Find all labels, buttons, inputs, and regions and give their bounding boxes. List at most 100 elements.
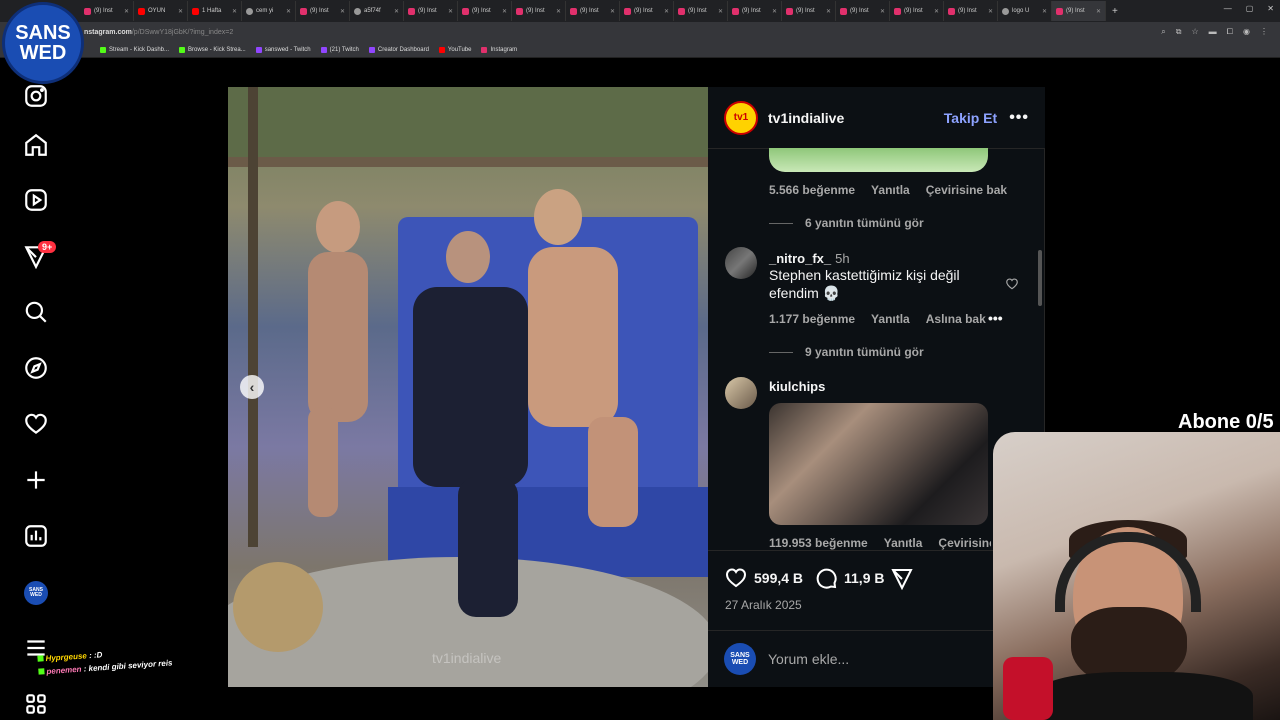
close-tab-icon[interactable]: ✕ [178,8,183,15]
close-tab-icon[interactable]: ✕ [934,8,939,15]
commenter-username[interactable]: kiulchips [769,379,825,394]
instagram-icon [678,7,685,15]
browser-tab[interactable]: (9) Inst ✕ [782,1,836,21]
like-comment-icon[interactable] [1005,277,1019,291]
browser-tab[interactable]: (9) Inst ✕ [296,1,350,21]
browser-tab[interactable]: a5f74f ✕ [350,1,404,21]
heart-icon[interactable] [20,408,52,440]
comment-image[interactable] [769,148,988,172]
create-icon[interactable] [20,464,52,496]
bookmark-item[interactable]: YouTube [438,46,471,53]
browser-tab[interactable]: (9) Inst ✕ [404,1,458,21]
bookmark-item[interactable]: Creator Dashboard [368,46,429,53]
more-options-icon[interactable]: ••• [1009,109,1029,127]
close-tab-icon[interactable]: ✕ [232,8,237,15]
author-username[interactable]: tv1indialive [768,110,844,126]
commenter-username[interactable]: _nitro_fx_ [769,251,831,266]
browser-tab[interactable]: logo U ✕ [998,1,1052,21]
comments-scrollbar[interactable] [1038,250,1042,306]
post-image[interactable] [228,87,708,687]
close-tab-icon[interactable]: ✕ [610,8,615,15]
commenter-avatar[interactable] [725,377,757,409]
address-bar[interactable]: nstagram.com/p/DSwwY18jGbK/?img_index=2 … [0,22,1280,42]
commenter-avatar[interactable] [725,247,757,279]
browser-tab[interactable]: (9) Inst ✕ [836,1,890,21]
new-tab-icon[interactable]: + [1106,6,1118,17]
browser-tab[interactable]: (9) Inst ✕ [944,1,998,21]
bookmark-item[interactable]: Instagram [481,46,517,53]
translate-button[interactable]: Aslına bak [926,312,986,326]
close-tab-icon[interactable]: ✕ [1096,8,1101,15]
search-icon[interactable] [20,296,52,328]
browser-tab[interactable]: (9) Inst ✕ [80,1,134,21]
close-tab-icon[interactable]: ✕ [556,8,561,15]
browser-tab[interactable]: (9) Inst ✕ [566,1,620,21]
extension-icon[interactable]: ▬ [1209,27,1217,37]
profile-avatar[interactable]: SANS WED [24,581,48,605]
menu-dots-icon[interactable]: ⋮ [1260,27,1268,37]
microphone [1003,657,1053,720]
reply-button[interactable]: Yanıtla [871,312,910,326]
close-tab-icon[interactable]: ✕ [286,8,291,15]
home-icon[interactable] [20,129,52,161]
dashboard-icon[interactable] [20,520,52,552]
view-replies-button[interactable]: 9 yanıtın tümünü gör [769,345,924,359]
url-text[interactable]: nstagram.com/p/DSwwY18jGbK/?img_index=2 [84,29,233,36]
comment-likes[interactable]: 119.953 beğenme [769,536,868,550]
bookmark-item[interactable]: Browse - Kick Strea... [179,46,246,53]
translate-button[interactable]: Çevirisine bak [938,536,991,550]
profile-icon[interactable]: ◉ [1243,27,1250,37]
view-replies-button[interactable]: 6 yanıtın tümünü gör [769,216,924,230]
browser-tab[interactable]: (9) Inst ✕ [1052,1,1106,21]
comment-input[interactable] [768,651,988,667]
comment-image[interactable] [769,403,988,525]
follow-button[interactable]: Takip Et [944,110,997,126]
close-tab-icon[interactable]: ✕ [448,8,453,15]
like-button[interactable]: 599,4 B [724,566,803,590]
close-tab-icon[interactable]: ✕ [124,8,129,15]
browser-tab[interactable]: (9) Inst ✕ [890,1,944,21]
browser-tab[interactable]: (9) Inst ✕ [458,1,512,21]
close-icon[interactable]: ✕ [1267,4,1274,13]
reply-button[interactable]: Yanıtla [871,183,910,197]
close-tab-icon[interactable]: ✕ [502,8,507,15]
comment-options-icon[interactable]: ••• [988,310,1003,326]
browser-tab[interactable]: (9) Inst ✕ [512,1,566,21]
close-tab-icon[interactable]: ✕ [664,8,669,15]
close-tab-icon[interactable]: ✕ [394,8,399,15]
browser-tab[interactable]: (9) Inst ✕ [620,1,674,21]
comment-likes[interactable]: 1.177 beğenme [769,312,855,326]
share-button[interactable] [890,566,914,590]
close-tab-icon[interactable]: ✕ [988,8,993,15]
reels-icon[interactable] [20,184,52,216]
close-tab-icon[interactable]: ✕ [1042,8,1047,15]
explore-icon[interactable] [20,352,52,384]
close-tab-icon[interactable]: ✕ [880,8,885,15]
comment-likes[interactable]: 5.566 beğenme [769,183,855,197]
browser-tab[interactable]: 1 Hafta ✕ [188,1,242,21]
reply-button[interactable]: Yanıtla [884,536,923,550]
install-icon[interactable]: ⧉ [1176,27,1182,37]
close-tab-icon[interactable]: ✕ [340,8,345,15]
maximize-icon[interactable]: ▢ [1246,4,1254,13]
previous-image-button[interactable]: ‹ [240,375,264,399]
search-icon[interactable]: ⌕ [1161,27,1165,37]
close-tab-icon[interactable]: ✕ [826,8,831,15]
author-avatar[interactable]: tv1 [724,100,758,135]
bookmark-item[interactable]: Stream - Kick Dashb... [100,46,169,53]
browser-tab[interactable]: (9) Inst ✕ [728,1,782,21]
apps-grid-icon[interactable] [20,688,52,720]
instagram-logo-icon[interactable] [20,80,52,112]
close-tab-icon[interactable]: ✕ [772,8,777,15]
comment-button[interactable]: 11,9 B [814,566,884,590]
minimize-icon[interactable]: — [1224,4,1232,13]
bookmark-item[interactable]: sanswed - Twitch [255,46,311,53]
browser-tab[interactable]: (9) Inst ✕ [674,1,728,21]
translate-button[interactable]: Çevirisine bak [926,183,1007,197]
extensions-puzzle-icon[interactable]: ⧠ [1227,27,1233,37]
close-tab-icon[interactable]: ✕ [718,8,723,15]
browser-tab[interactable]: OYUN ✕ [134,1,188,21]
bookmark-item[interactable]: (21) Twitch [320,46,359,53]
star-icon[interactable]: ☆ [1191,27,1198,37]
browser-tab[interactable]: cem yi ✕ [242,1,296,21]
